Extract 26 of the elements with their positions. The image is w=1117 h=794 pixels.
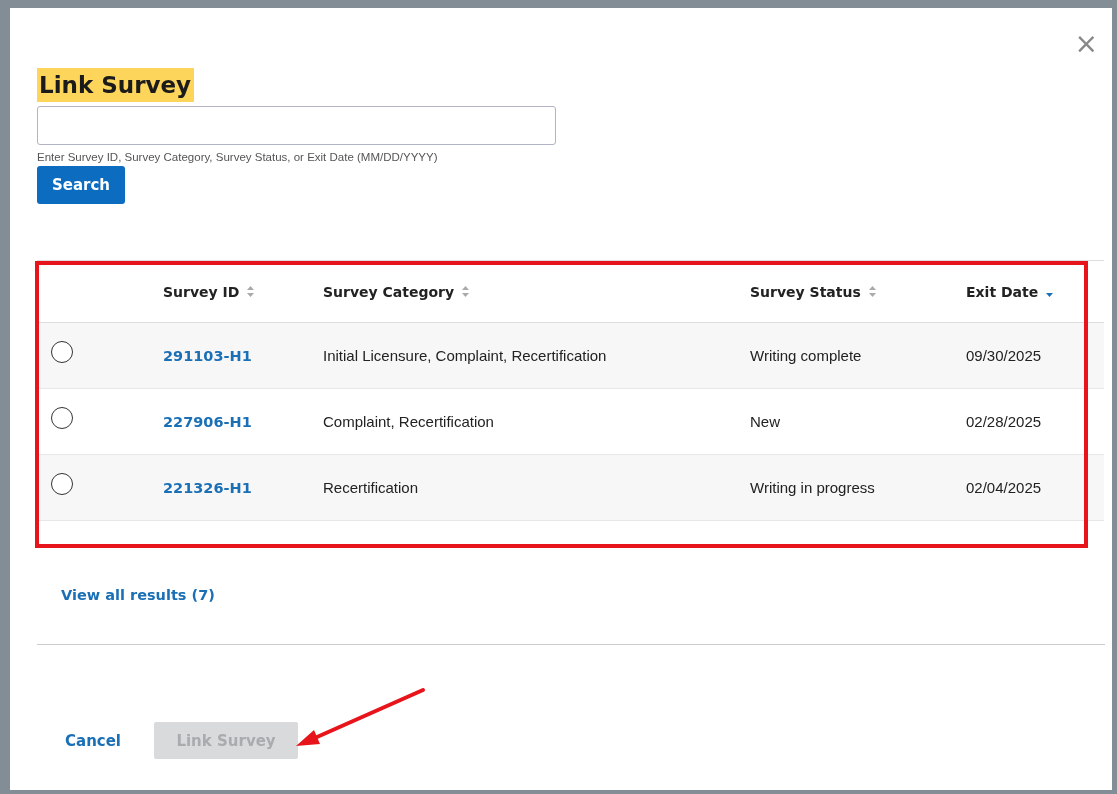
- close-button[interactable]: ×: [1074, 30, 1098, 58]
- table-cell: Recertification: [323, 479, 419, 496]
- column-header[interactable]: Exit Date: [966, 283, 1039, 300]
- dialog-title: Link Survey: [37, 68, 195, 102]
- table-cell: New: [750, 413, 780, 430]
- column-header[interactable]: Survey ID: [163, 283, 240, 300]
- table-cell: Initial Licensure, Complaint, Recertification: [323, 347, 607, 364]
- table-cell: 02/28/2025: [966, 413, 1042, 430]
- cancel-link[interactable]: Cancel: [65, 731, 121, 750]
- survey-id-link[interactable]: 221326-H1: [163, 480, 252, 496]
- table-cell: 09/30/2025: [966, 347, 1042, 364]
- radio-button[interactable]: [51, 472, 73, 495]
- survey-id-link[interactable]: 291103-H1: [163, 348, 252, 364]
- table-cell: 02/04/2025: [966, 479, 1042, 496]
- search-button[interactable]: Search: [37, 166, 125, 204]
- table-cell: Writing in progress: [750, 479, 875, 496]
- radio-button[interactable]: [51, 340, 73, 363]
- column-header[interactable]: Survey Status: [750, 283, 861, 300]
- view-all-link[interactable]: View all results (7): [61, 587, 215, 603]
- column-header[interactable]: Survey Category: [323, 283, 455, 300]
- survey-id-link[interactable]: 227906-H1: [163, 414, 252, 430]
- table-cell: Writing complete: [750, 347, 862, 364]
- search-hint: Enter Survey ID, Survey Category, Survey Status, or Exit Date (MM/DD/YYYY): [37, 151, 439, 163]
- table-cell: Complaint, Recertification: [323, 413, 494, 430]
- radio-button[interactable]: [51, 406, 73, 429]
- search-field[interactable]: [37, 106, 556, 145]
